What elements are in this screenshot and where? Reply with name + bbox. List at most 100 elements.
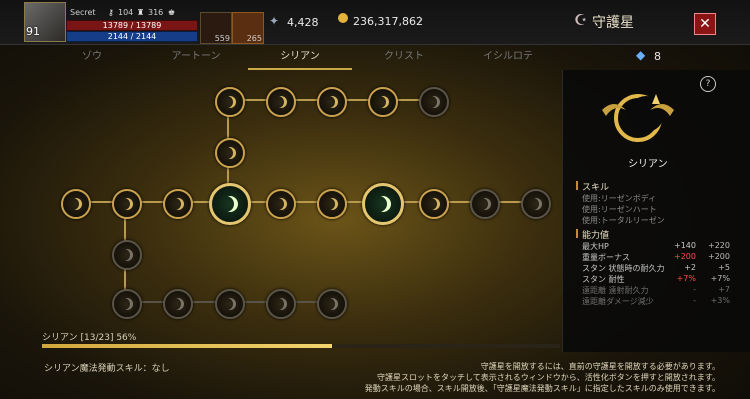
moon-icon — [326, 96, 338, 108]
guardian-star-icon: ☪ — [574, 11, 588, 29]
help-button[interactable]: ? — [700, 76, 716, 92]
helmet-icon: ♜ — [137, 8, 145, 17]
moon-star-icon — [222, 196, 238, 212]
moon-icon — [172, 298, 184, 310]
star-node-locked[interactable] — [470, 189, 500, 219]
gold-count: 236,317,862 — [353, 15, 423, 28]
star-node-skill[interactable] — [362, 183, 404, 225]
hp-bar: 13789 / 13789 — [66, 20, 198, 31]
stat-b: 316 — [148, 8, 164, 17]
stat-name: 最大HP — [582, 242, 609, 251]
moon-icon — [121, 298, 133, 310]
magic-skill-status: シリアン魔法発動スキル：なし — [44, 364, 170, 374]
star-node[interactable] — [266, 87, 296, 117]
player-level: 91 — [26, 25, 40, 38]
stat-total: +5 — [718, 263, 730, 272]
moon-icon — [428, 96, 440, 108]
tab-crist[interactable]: クリスト — [352, 46, 456, 68]
stat-value: +7% — [676, 274, 696, 283]
stat-name: 重量ボーナス — [582, 253, 630, 262]
star-node-locked[interactable] — [163, 289, 193, 319]
crystal-count: 8 — [654, 50, 661, 63]
stat-total: +3% — [710, 296, 730, 305]
star-node-locked[interactable] — [266, 289, 296, 319]
section-marker — [576, 229, 578, 238]
moon-icon — [530, 198, 542, 210]
tab-zou[interactable]: ゾウ — [40, 46, 144, 68]
stat-value: +140 — [674, 241, 696, 250]
stat-name: 遠距離ダメージ減少 — [582, 297, 654, 306]
chevron-right-icon[interactable]: › — [418, 12, 423, 27]
close-button[interactable]: ✕ — [694, 13, 716, 35]
crystal-icon: ◆ — [636, 48, 646, 62]
star-node[interactable] — [266, 189, 296, 219]
moon-icon — [172, 198, 184, 210]
star-node[interactable] — [419, 189, 449, 219]
moon-icon — [326, 198, 338, 210]
tab-artone[interactable]: アートーン — [144, 46, 248, 68]
star-node[interactable] — [215, 87, 245, 117]
stat-row: 最大HP +140 +220 — [582, 241, 742, 251]
tab-sirian[interactable]: シリアン — [248, 46, 352, 70]
star-node[interactable] — [215, 138, 245, 168]
help-text: 守護星を開放するには、直前の守護星を開放する必要があります。 守護星スロットをタ… — [318, 361, 720, 394]
section-marker — [576, 181, 578, 190]
help-line: 発動スキルの場合、スキル開放後、「守護星魔法発動スキル」に指定したスキルのみ使用… — [364, 384, 720, 393]
stat-value: - — [693, 296, 696, 305]
progress-bar — [42, 344, 560, 348]
window-title: 守護星 — [592, 15, 634, 31]
star-node-locked[interactable] — [317, 289, 347, 319]
star-node-locked[interactable] — [521, 189, 551, 219]
guardian-star-screen: 91 Secret ⚷ 104 ♜ 316 ♚ 13789 / 13789 21… — [0, 0, 750, 399]
moon-icon — [224, 96, 236, 108]
star-node[interactable] — [317, 87, 347, 117]
crescent-emblem-icon — [602, 94, 674, 142]
quickslot-potion[interactable]: 559 — [200, 12, 232, 44]
stat-name: スタン 状態時の耐久力 — [582, 264, 665, 273]
moon-icon — [70, 198, 82, 210]
moon-icon — [121, 249, 133, 261]
moon-icon — [224, 298, 236, 310]
skill-line: 使用:リーゼンハート — [582, 205, 657, 214]
star-node-locked[interactable] — [112, 240, 142, 270]
stat-row: 重量ボーナス +200 +200 — [582, 252, 742, 262]
stat-a: 104 — [118, 8, 134, 17]
stat-total: +7 — [718, 285, 730, 294]
trophy-icon: ♚ — [168, 8, 176, 17]
help-line: 守護星スロットをタッチして表示されるウィンドウから、活性化ボタンを押すと開放され… — [377, 373, 720, 382]
stat-total: +200 — [708, 252, 730, 261]
stat-total: +7% — [710, 274, 730, 283]
star-node[interactable] — [61, 189, 91, 219]
stat-total: +220 — [708, 241, 730, 250]
moon-star-icon — [375, 196, 391, 212]
star-node[interactable] — [317, 189, 347, 219]
node-link — [74, 201, 534, 203]
stat-name: スタン 耐性 — [582, 275, 625, 284]
constellation-name: シリアン — [628, 159, 668, 170]
skills-header: スキル — [582, 183, 610, 193]
moon-icon — [326, 298, 338, 310]
stat-value: +200 — [674, 252, 696, 261]
star-node[interactable] — [163, 189, 193, 219]
hp-text: 13789 / 13789 — [102, 21, 162, 30]
star-node-skill[interactable] — [209, 183, 251, 225]
mp-bar: 2144 / 2144 — [66, 31, 198, 42]
slot-count: 559 — [214, 34, 230, 43]
mp-text: 2144 / 2144 — [107, 32, 157, 41]
star-node-locked[interactable] — [419, 87, 449, 117]
tab-isilrote[interactable]: イシルロテ — [456, 46, 560, 68]
tab-bar: ゾウ アートーン シリアン クリスト イシルロテ — [40, 46, 560, 70]
help-line: 守護星を開放するには、直前の守護星を開放する必要があります。 — [480, 362, 720, 371]
quickslot-flask[interactable]: 265 — [232, 12, 264, 44]
gem-icon: ✦ — [269, 14, 280, 28]
progress-fill — [42, 344, 333, 348]
moon-icon — [479, 198, 491, 210]
star-node-locked[interactable] — [215, 289, 245, 319]
star-node[interactable] — [368, 87, 398, 117]
star-node[interactable] — [112, 189, 142, 219]
moon-icon — [275, 298, 287, 310]
stat-name: 遠距離 遠射耐久力 — [582, 286, 649, 295]
star-node-locked[interactable] — [112, 289, 142, 319]
moon-icon — [224, 147, 236, 159]
stat-row: スタン 耐性 +7% +7% — [582, 274, 742, 284]
